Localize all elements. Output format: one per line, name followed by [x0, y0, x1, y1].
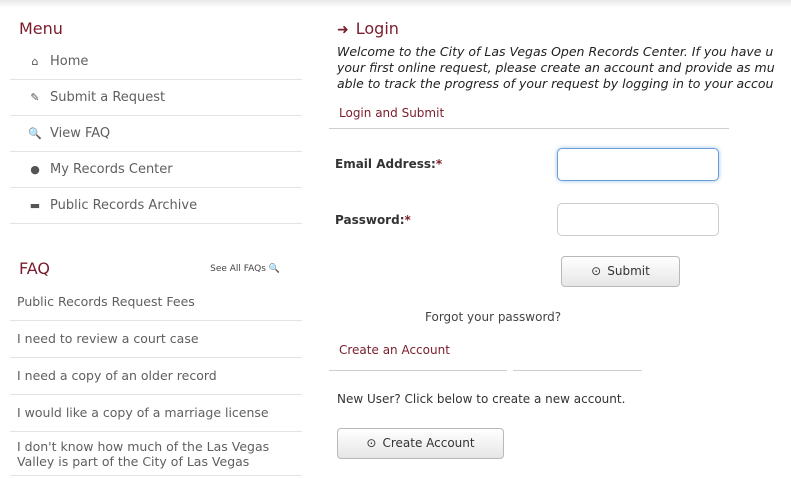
menu-list: ⌂ Home ✎ Submit a Request 🔍 View FAQ ● My Re…	[10, 44, 302, 224]
menu-item-label: Submit a Request	[50, 90, 166, 105]
home-icon: ⌂	[31, 55, 39, 68]
faq-header: FAQ See All FAQs 🔍	[10, 254, 302, 284]
see-all-faqs-label: See All FAQs	[210, 264, 266, 274]
faq-item-marriage-license[interactable]: I would like a copy of a marriage licens…	[10, 395, 302, 432]
menu-item-submit-request[interactable]: ✎ Submit a Request	[10, 80, 302, 116]
faq-item-older-record[interactable]: I need a copy of an older record	[10, 358, 302, 395]
menu-item-label: My Records Center	[50, 162, 173, 177]
email-field[interactable]	[557, 148, 719, 181]
sign-in-icon: ➜	[337, 22, 349, 38]
sidebar: Menu ⌂ Home ✎ Submit a Request 🔍 View FAQ ●…	[10, 14, 302, 476]
welcome-line: able to track the progress of your reque…	[337, 76, 774, 91]
menu-item-home[interactable]: ⌂ Home	[10, 44, 302, 80]
welcome-text: Welcome to the City of Las Vegas Open Re…	[329, 44, 791, 92]
create-account-heading: Create an Account	[339, 343, 450, 357]
password-field[interactable]	[557, 203, 719, 236]
submit-button[interactable]: ⊙ Submit	[561, 256, 680, 287]
login-form: Email Address:* Password:* ⊙ Submit Forgo…	[329, 129, 791, 459]
login-title: Login	[355, 19, 399, 38]
divider	[329, 370, 507, 371]
password-label-text: Password:	[335, 213, 405, 227]
user-icon: ●	[30, 163, 40, 176]
faq-item-fees[interactable]: Public Records Request Fees	[10, 284, 302, 321]
see-all-faqs-link[interactable]: See All FAQs 🔍	[210, 254, 280, 284]
menu-item-my-records-center[interactable]: ● My Records Center	[10, 152, 302, 188]
menu-item-view-faq[interactable]: 🔍 View FAQ	[10, 116, 302, 152]
required-mark: *	[404, 213, 411, 227]
welcome-line: Welcome to the City of Las Vegas Open Re…	[337, 44, 774, 59]
forgot-password-link[interactable]: Forgot your password?	[425, 310, 561, 324]
check-circle-icon: ⊙	[366, 436, 377, 450]
faq-item-las-vegas-valley[interactable]: I don't know how much of the Las Vegas V…	[10, 432, 302, 476]
edit-icon: ✎	[30, 91, 40, 104]
welcome-line: your first online request, please create…	[337, 60, 775, 75]
password-label: Password:*	[335, 213, 411, 227]
new-user-text: New User? Click below to create a new ac…	[337, 392, 626, 406]
menu-title: Menu	[19, 19, 63, 38]
menu-item-public-records-archive[interactable]: ▬ Public Records Archive	[10, 188, 302, 224]
faq-item-court-case[interactable]: I need to review a court case	[10, 321, 302, 358]
check-circle-icon: ⊙	[591, 264, 602, 278]
email-label-text: Email Address:	[335, 157, 436, 171]
search-icon: 🔍	[265, 264, 280, 274]
submit-label: Submit	[607, 264, 650, 278]
menu-item-label: Home	[50, 54, 89, 69]
top-shadow	[0, 0, 791, 8]
create-account-button[interactable]: ⊙ Create Account	[337, 428, 504, 459]
archive-icon: ▬	[29, 199, 41, 212]
required-mark: *	[435, 157, 443, 171]
login-header: ➜ Login	[329, 14, 791, 44]
menu-item-label: View FAQ	[50, 126, 111, 141]
login-subhead: Login and Submit	[339, 106, 445, 120]
faq-title: FAQ	[19, 259, 50, 278]
menu-item-label: Public Records Archive	[50, 198, 198, 213]
main-content: ➜ Login Welcome to the City of Las Vegas …	[329, 14, 791, 459]
search-icon: 🔍	[28, 127, 42, 140]
email-label: Email Address:*	[335, 157, 442, 171]
divider	[513, 370, 642, 371]
create-account-label: Create Account	[382, 436, 475, 450]
